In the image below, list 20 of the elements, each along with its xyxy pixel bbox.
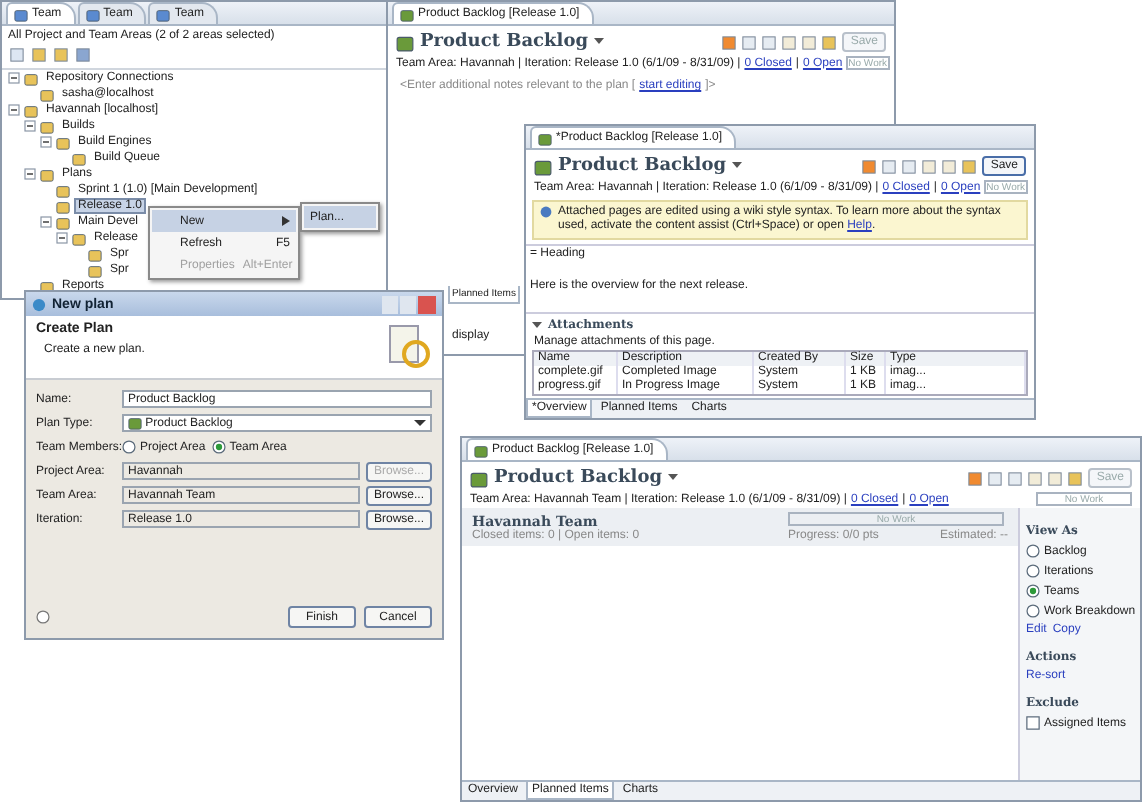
info-icon xyxy=(540,206,552,218)
radio-button[interactable] xyxy=(1026,544,1040,558)
radio-button[interactable] xyxy=(211,440,226,454)
checkbox[interactable] xyxy=(1026,716,1040,730)
caret-icon[interactable] xyxy=(594,38,604,46)
app-icon xyxy=(32,297,46,311)
radio-button[interactable] xyxy=(1026,584,1040,598)
plan-icon xyxy=(128,416,142,430)
radio-button[interactable] xyxy=(1026,564,1040,578)
dropdown-icon[interactable] xyxy=(414,418,426,428)
caret-icon[interactable] xyxy=(732,162,742,170)
radio-button[interactable] xyxy=(1026,604,1040,618)
caret-icon[interactable] xyxy=(668,474,678,482)
editor-title: Product Backlog xyxy=(420,32,588,52)
plan-icon xyxy=(384,322,432,370)
radio-button[interactable] xyxy=(122,440,136,454)
window-controls-icon[interactable] xyxy=(382,295,436,313)
editor-title: Product Backlog xyxy=(558,156,726,176)
editor-title: Product Backlog xyxy=(494,468,662,488)
submenu-arrow-icon xyxy=(282,216,290,226)
